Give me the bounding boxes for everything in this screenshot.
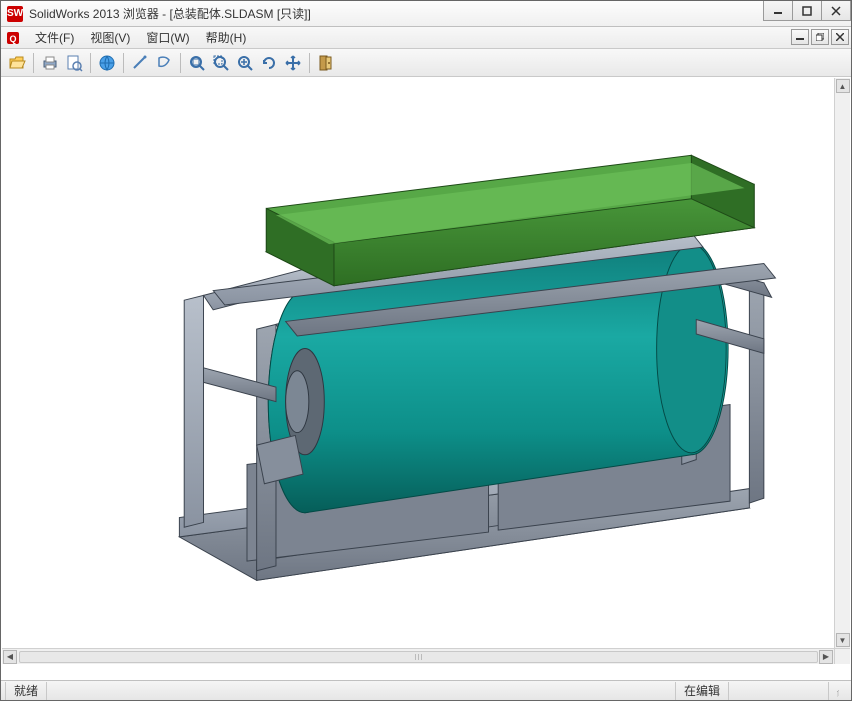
- zoom-fit-button[interactable]: [186, 52, 208, 74]
- pan-button[interactable]: [282, 52, 304, 74]
- app-icon: SW: [7, 6, 23, 22]
- scroll-up-button[interactable]: ▲: [836, 79, 850, 93]
- zoom-inout-icon: [236, 54, 254, 72]
- mdi-restore-button[interactable]: [811, 29, 829, 45]
- svg-text:Q: Q: [9, 34, 16, 44]
- toolbar-separator: [180, 53, 181, 73]
- zoom-area-button[interactable]: [210, 52, 232, 74]
- menu-window[interactable]: 窗口(W): [138, 27, 197, 48]
- 3d-viewport[interactable]: [2, 78, 834, 648]
- scroll-thumb[interactable]: [19, 651, 818, 663]
- mdi-controls: [789, 29, 849, 45]
- window-title: SolidWorks 2013 浏览器 - [总装配体.SLDASM [只读]]: [29, 5, 311, 22]
- zoom-fit-icon: [188, 54, 206, 72]
- section-icon: [155, 54, 173, 72]
- scroll-left-button[interactable]: ◀: [3, 650, 17, 664]
- statusbar: 就绪 在编辑: [1, 680, 851, 700]
- toolbar-separator: [33, 53, 34, 73]
- close-button[interactable]: [821, 1, 851, 21]
- status-empty-1: [729, 682, 829, 700]
- status-editing: 在编辑: [676, 682, 729, 700]
- toolbar: [1, 49, 851, 77]
- zoom-area-icon: [212, 54, 230, 72]
- scroll-down-button[interactable]: ▼: [836, 633, 850, 647]
- measure-button[interactable]: [129, 52, 151, 74]
- toolbar-separator: [309, 53, 310, 73]
- window-controls: [764, 1, 851, 21]
- print-preview-icon: [65, 54, 83, 72]
- viewport-container: ▲ ▼ ◀ ▶: [2, 78, 850, 664]
- print-button[interactable]: [39, 52, 61, 74]
- maximize-icon: [802, 6, 812, 16]
- print-icon: [41, 54, 59, 72]
- status-ready: 就绪: [5, 682, 47, 700]
- open-button[interactable]: [6, 52, 28, 74]
- exit-button[interactable]: [315, 52, 337, 74]
- mdi-close-button[interactable]: [831, 29, 849, 45]
- scroll-right-button[interactable]: ▶: [819, 650, 833, 664]
- maximize-button[interactable]: [792, 1, 822, 21]
- web-button[interactable]: [96, 52, 118, 74]
- close-icon: [831, 6, 841, 16]
- toolbar-separator: [123, 53, 124, 73]
- menubar: Q 文件(F) 视图(V) 窗口(W) 帮助(H): [1, 27, 851, 49]
- zoom-inout-button[interactable]: [234, 52, 256, 74]
- resize-grip[interactable]: [829, 682, 847, 700]
- scrollbar-corner: [834, 648, 850, 664]
- status-spacer: [47, 682, 676, 700]
- section-button[interactable]: [153, 52, 175, 74]
- horizontal-scrollbar[interactable]: ◀ ▶: [2, 648, 834, 664]
- titlebar: SW SolidWorks 2013 浏览器 - [总装配体.SLDASM [只…: [1, 1, 851, 27]
- model-render: [2, 78, 834, 648]
- minimize-icon: [773, 6, 783, 16]
- menu-help[interactable]: 帮助(H): [198, 27, 255, 48]
- minimize-button[interactable]: [763, 1, 793, 21]
- exit-icon: [317, 54, 335, 72]
- vertical-scrollbar[interactable]: ▲ ▼: [834, 78, 850, 648]
- pan-icon: [284, 54, 302, 72]
- menu-view[interactable]: 视图(V): [82, 27, 138, 48]
- toolbar-separator: [90, 53, 91, 73]
- open-icon: [8, 54, 26, 72]
- menu-file[interactable]: 文件(F): [27, 27, 82, 48]
- document-icon[interactable]: Q: [5, 30, 21, 46]
- rotate-button[interactable]: [258, 52, 280, 74]
- measure-icon: [131, 54, 149, 72]
- rotate-icon: [260, 54, 278, 72]
- web-icon: [98, 54, 116, 72]
- print-preview-button[interactable]: [63, 52, 85, 74]
- grip-icon: [837, 685, 839, 697]
- mdi-minimize-button[interactable]: [791, 29, 809, 45]
